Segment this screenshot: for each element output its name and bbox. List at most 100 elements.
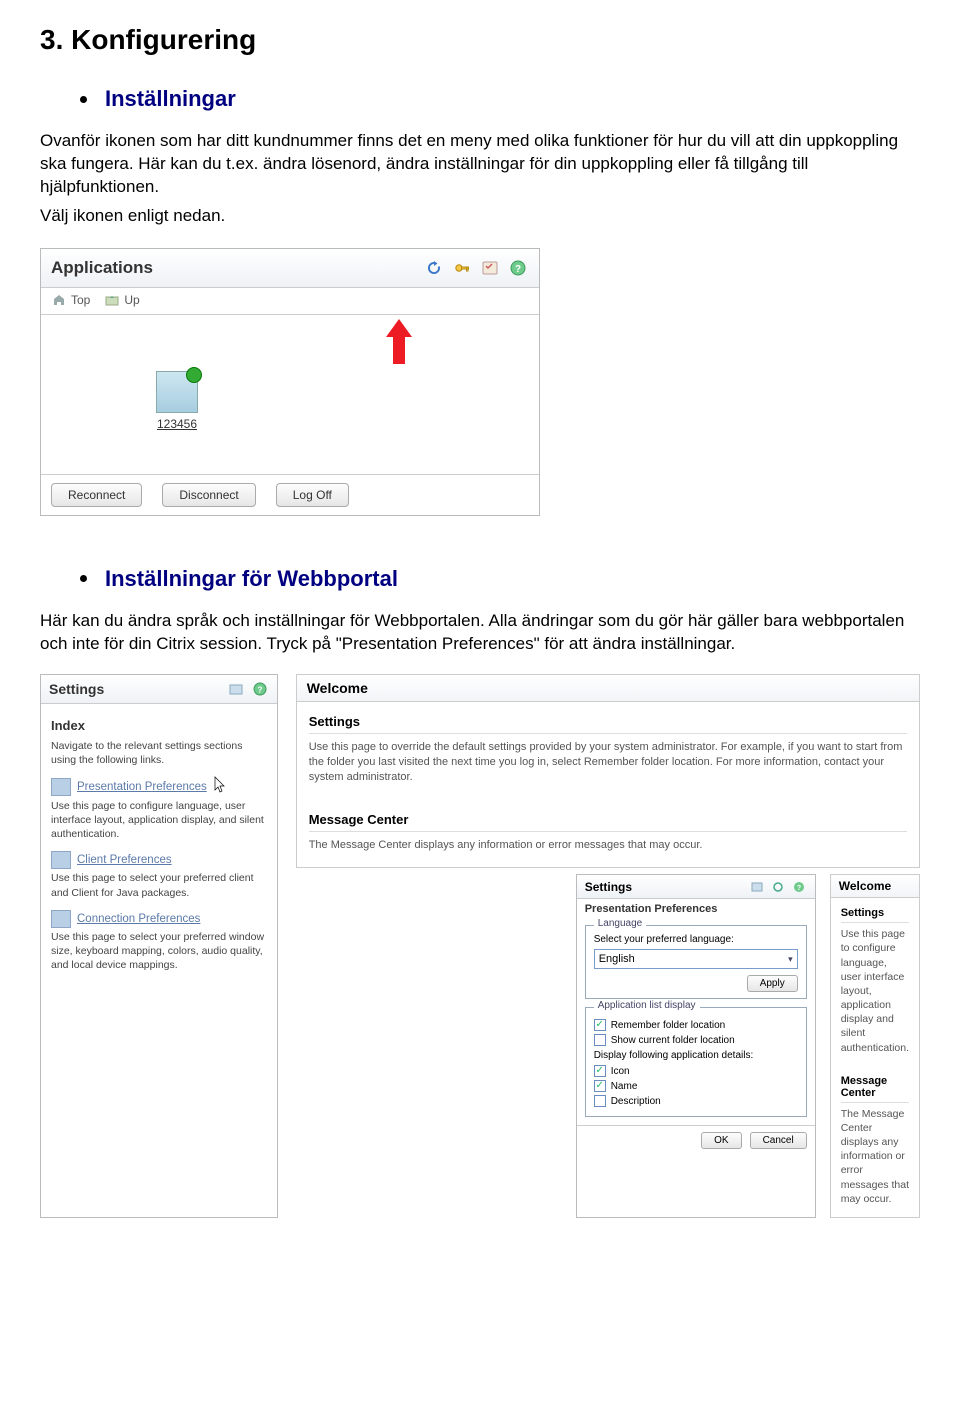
cursor-icon xyxy=(213,777,229,797)
welcome-settings-section: Settings Use this page to override the d… xyxy=(297,702,919,800)
language-value: English xyxy=(599,953,635,965)
welcome-message-title: Message Center xyxy=(309,812,907,832)
intro-para-2: Välj ikonen enligt nedan. xyxy=(40,205,920,228)
language-select[interactable]: English ▾ xyxy=(594,949,798,969)
mini-message-title: Message Center xyxy=(841,1075,909,1103)
applications-header: Applications ? xyxy=(41,249,539,288)
app-item-123456[interactable]: 123456 xyxy=(156,371,198,431)
intro-para-1: Ovanför ikonen som har ditt kundnummer f… xyxy=(40,130,920,199)
home-icon[interactable] xyxy=(227,680,245,698)
nav-up[interactable]: Up xyxy=(104,292,139,308)
mini-message-body: The Message Center displays any informat… xyxy=(841,1107,909,1206)
checkbox-checked-icon: ✓ xyxy=(594,1019,606,1031)
connection-icon xyxy=(51,910,71,928)
presentation-preferences-label: Presentation Preferences xyxy=(77,781,207,793)
welcome-settings-body: Use this page to override the default se… xyxy=(309,740,907,786)
mini-settings-title: Settings xyxy=(841,907,909,923)
chk-show-row[interactable]: Show current folder location xyxy=(594,1034,798,1046)
app-icon xyxy=(156,371,198,413)
language-label: Select your preferred language: xyxy=(594,934,798,945)
logoff-button[interactable]: Log Off xyxy=(276,483,349,507)
chk-desc-label: Description xyxy=(611,1096,661,1107)
app-list-label: Display following application details: xyxy=(594,1050,798,1061)
presentation-icon xyxy=(51,778,71,796)
key-icon[interactable] xyxy=(451,257,473,279)
welcome-settings-title: Settings xyxy=(309,714,907,734)
connection-desc: Use this page to select your preferred w… xyxy=(51,930,267,973)
checkbox-checked-icon: ✓ xyxy=(594,1080,606,1092)
svg-text:?: ? xyxy=(257,685,262,694)
welcome-title: Welcome xyxy=(297,675,919,702)
presentation-preferences-link[interactable]: Presentation Preferences xyxy=(51,777,267,797)
applications-nav: Top Up xyxy=(41,288,539,315)
prefs-title: Settings xyxy=(585,880,744,894)
client-preferences-label: Client Preferences xyxy=(77,854,172,866)
prefs-subtitle: Presentation Preferences xyxy=(577,899,815,919)
chevron-down-icon: ▾ xyxy=(788,954,793,965)
index-desc: Navigate to the relevant settings sectio… xyxy=(51,739,267,767)
chk-desc-row[interactable]: Description xyxy=(594,1095,798,1107)
client-preferences-link[interactable]: Client Preferences xyxy=(51,851,267,869)
doc-heading: 3. Konfigurering xyxy=(40,24,920,56)
chk-remember-row[interactable]: ✓ Remember folder location xyxy=(594,1019,798,1031)
checkbox-icon xyxy=(594,1095,606,1107)
app-list-fieldset: Application list display ✓ Remember fold… xyxy=(585,1007,807,1117)
welcome-panel: Welcome Settings Use this page to overri… xyxy=(296,674,920,869)
home-icon[interactable] xyxy=(750,879,765,894)
connection-preferences-link[interactable]: Connection Preferences xyxy=(51,910,267,928)
bullet-dot-icon xyxy=(80,575,87,582)
mini-settings-section: Settings Use this page to configure lang… xyxy=(831,898,919,1066)
home-icon xyxy=(51,292,67,308)
bullet-2-label: Inställningar för Webbportal xyxy=(105,566,398,592)
reconnect-button[interactable]: Reconnect xyxy=(51,483,142,507)
nav-top-label: Top xyxy=(71,293,90,307)
bullet-1-label: Inställningar xyxy=(105,86,236,112)
client-desc: Use this page to select your preferred c… xyxy=(51,871,267,899)
chk-remember-label: Remember folder location xyxy=(611,1020,726,1031)
presentation-desc: Use this page to configure language, use… xyxy=(51,799,267,842)
help-icon[interactable]: ? xyxy=(251,680,269,698)
app-item-label: 123456 xyxy=(156,417,198,431)
chk-show-label: Show current folder location xyxy=(611,1035,735,1046)
settings-panel: Settings ? Index Navigate to the relevan… xyxy=(40,674,278,1218)
applications-title: Applications xyxy=(51,258,417,278)
settings-body: Index Navigate to the relevant settings … xyxy=(41,704,277,973)
prefs-header: Settings ? xyxy=(577,875,815,899)
apply-button[interactable]: Apply xyxy=(747,975,798,992)
refresh-icon[interactable] xyxy=(771,879,786,894)
client-icon xyxy=(51,851,71,869)
red-arrow-icon xyxy=(386,319,412,365)
applications-body: 123456 xyxy=(41,315,539,475)
mini-message-section: Message Center The Message Center displa… xyxy=(831,1066,919,1217)
bullet-dot-icon xyxy=(80,96,87,103)
connection-preferences-label: Connection Preferences xyxy=(77,913,200,925)
nav-up-label: Up xyxy=(124,293,139,307)
ok-button[interactable]: OK xyxy=(701,1132,741,1149)
disconnect-button[interactable]: Disconnect xyxy=(162,483,255,507)
app-list-legend: Application list display xyxy=(594,1000,700,1011)
settings-header: Settings ? xyxy=(41,675,277,704)
help-icon[interactable]: ? xyxy=(792,879,807,894)
nav-top[interactable]: Top xyxy=(51,292,90,308)
help-icon[interactable]: ? xyxy=(507,257,529,279)
applications-footer: Reconnect Disconnect Log Off xyxy=(41,475,539,515)
language-fieldset: Language Select your preferred language:… xyxy=(585,925,807,999)
bullet-2: Inställningar för Webbportal xyxy=(80,566,920,592)
chk-icon-row[interactable]: ✓ Icon xyxy=(594,1065,798,1077)
settings-icon[interactable] xyxy=(479,257,501,279)
refresh-icon[interactable] xyxy=(423,257,445,279)
applications-panel: Applications ? Top Up xyxy=(40,248,540,516)
chk-name-row[interactable]: ✓ Name xyxy=(594,1080,798,1092)
settings-title: Settings xyxy=(49,681,221,697)
mini-welcome-panel: Welcome Settings Use this page to config… xyxy=(830,874,920,1218)
welcome-message-section: Message Center The Message Center displa… xyxy=(297,800,919,867)
language-legend: Language xyxy=(594,918,647,929)
welcome-message-body: The Message Center displays any informat… xyxy=(309,838,907,853)
para-3: Här kan du ändra språk och inställningar… xyxy=(40,610,920,656)
bullet-1: Inställningar xyxy=(80,86,920,112)
checkbox-checked-icon: ✓ xyxy=(594,1065,606,1077)
cancel-button[interactable]: Cancel xyxy=(750,1132,807,1149)
svg-text:?: ? xyxy=(797,885,801,892)
mini-settings-body: Use this page to configure language, use… xyxy=(841,927,909,1055)
svg-text:?: ? xyxy=(515,264,521,275)
